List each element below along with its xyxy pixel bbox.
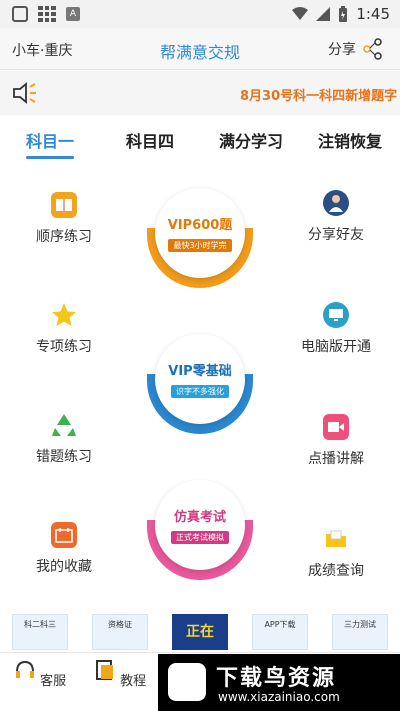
banner-strip: 科二科三 资格证 正在 APP下载 三力测试	[0, 612, 400, 652]
clock: 1:45	[356, 5, 390, 23]
app-square-icon	[12, 6, 28, 22]
my-favorites-label: 我的收藏	[36, 559, 92, 575]
watermark-url: www.xiazainiao.com	[218, 690, 340, 704]
watermark-title: 下载鸟资源	[216, 666, 337, 691]
video-explanation-label: 点播讲解	[308, 451, 364, 467]
tab-subject-four[interactable]: 科目四	[126, 128, 174, 152]
signal-icon	[316, 7, 331, 21]
vip600-badge[interactable]: VIP600题 最快3小时学完	[145, 188, 255, 298]
banner-qualification[interactable]: 资格证	[92, 614, 148, 650]
subject-tabs: 科目一 科目四 满分学习 注销恢复	[0, 122, 400, 162]
pc-version-button[interactable]: 电脑版开通	[296, 302, 376, 356]
share-label: 分享	[328, 42, 356, 58]
monitor-icon	[323, 302, 349, 328]
mock-exam-badge[interactable]: 仿真考试 正式考试模拟	[145, 480, 255, 590]
score-query-button[interactable]: 成绩查询	[296, 526, 376, 580]
nav-tutorial-label: 教程	[120, 674, 147, 689]
badge-circle: 仿真考试 正式考试模拟	[155, 480, 245, 570]
banner-subject-two-three[interactable]: 科二科三	[12, 614, 68, 650]
book-icon	[51, 192, 77, 218]
score-query-label: 成绩查询	[308, 563, 364, 579]
share-friends-label: 分享好友	[308, 227, 364, 243]
vip-beginner-badge[interactable]: VIP零基础 识字不多强化	[145, 334, 255, 444]
tab-cancel-restore[interactable]: 注销恢复	[318, 128, 382, 152]
notice-bar[interactable]: 8月30号科一科四新增题字	[0, 71, 400, 115]
app-header: 小车·重庆 帮满意交规 分享	[0, 28, 400, 70]
special-practice-label: 专项练习	[36, 339, 92, 355]
speaker-icon	[13, 82, 36, 104]
headset-icon	[15, 660, 34, 678]
wrong-question-practice-label: 错题练习	[36, 449, 92, 465]
video-icon	[323, 414, 349, 440]
document-icon	[95, 660, 113, 680]
sequential-practice-label: 顺序练习	[36, 229, 92, 245]
share-button[interactable]: 分享	[328, 38, 384, 60]
recycle-icon	[51, 412, 77, 438]
vip-beginner-subtitle: 识字不多强化	[171, 385, 229, 398]
share-icon	[363, 38, 382, 60]
mock-exam-subtitle: 正式考试模拟	[171, 531, 229, 544]
nav-tutorial[interactable]: 教程	[90, 659, 150, 689]
notice-text: 8月30号科一科四新增题字	[240, 89, 398, 104]
person-icon	[323, 190, 349, 216]
vip600-subtitle: 最快3小时学完	[168, 239, 232, 252]
watermark-overlay: 下载鸟资源 www.xiazainiao.com	[158, 654, 400, 711]
wifi-icon	[292, 7, 309, 20]
video-explanation-button[interactable]: 点播讲解	[296, 414, 376, 468]
badge-circle: VIP零基础 识字不多强化	[155, 334, 245, 424]
banner-ability-test[interactable]: 三力测试	[332, 614, 388, 650]
star-icon	[51, 302, 77, 328]
my-favorites-button[interactable]: 我的收藏	[24, 522, 104, 576]
badge-circle: VIP600题 最快3小时学完	[155, 188, 245, 278]
grid-icon	[38, 6, 56, 22]
battery-icon	[339, 6, 348, 22]
wrong-question-practice-button[interactable]: 错题练习	[24, 412, 104, 466]
active-tab-indicator	[26, 156, 74, 159]
vip-beginner-title: VIP零基础	[168, 364, 232, 379]
mock-exam-title: 仿真考试	[173, 510, 226, 525]
a-badge-icon: A	[66, 7, 80, 21]
watermark-logo-icon	[168, 663, 206, 701]
sequential-practice-button[interactable]: 顺序练习	[24, 192, 104, 246]
folder-icon	[323, 526, 349, 552]
banner-in-progress[interactable]: 正在	[172, 614, 228, 650]
calendar-icon	[51, 522, 77, 548]
nav-customer-service[interactable]: 客服	[10, 659, 70, 689]
pc-version-label: 电脑版开通	[301, 339, 371, 355]
banner-app-download[interactable]: APP下载	[252, 614, 308, 650]
status-bar: A 1:45	[0, 0, 400, 28]
special-practice-button[interactable]: 专项练习	[24, 302, 104, 356]
vip600-title: VIP600题	[167, 218, 233, 233]
tab-subject-one[interactable]: 科目一	[26, 128, 74, 152]
nav-customer-service-label: 客服	[40, 674, 67, 689]
share-friends-button[interactable]: 分享好友	[296, 190, 376, 244]
tab-full-score[interactable]: 满分学习	[219, 128, 283, 152]
